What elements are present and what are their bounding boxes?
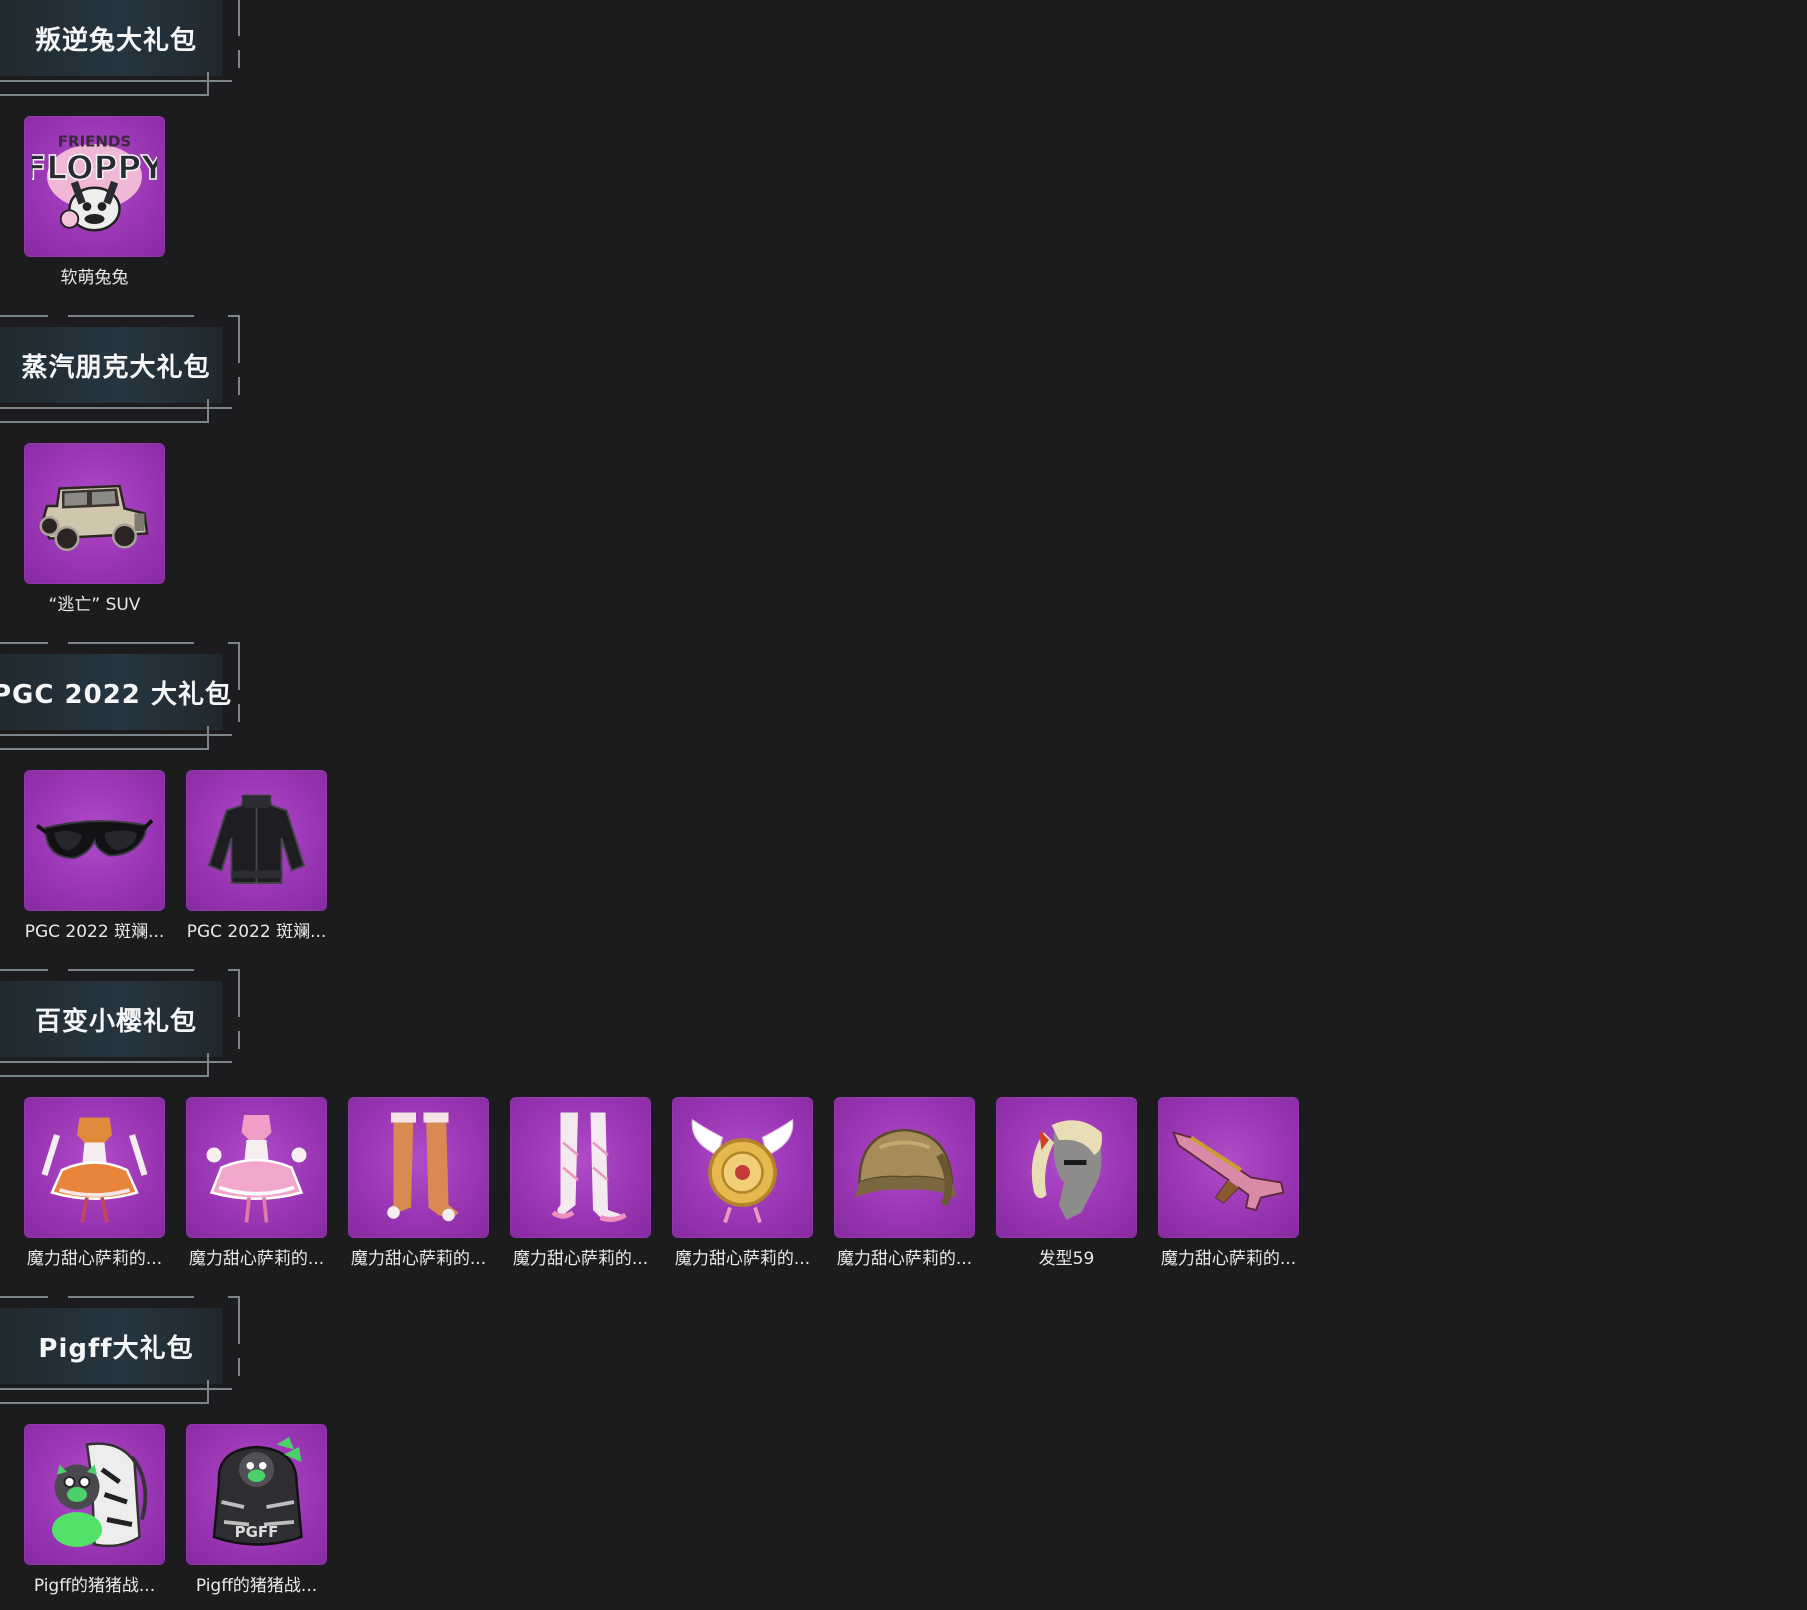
item-thumbnail[interactable] (24, 1424, 165, 1565)
frame-line (0, 734, 232, 736)
frame-line (0, 1402, 209, 1404)
frame-line (238, 50, 240, 68)
item-thumbnail[interactable] (996, 1097, 1137, 1238)
item-card[interactable]: 发型59 (996, 1097, 1137, 1269)
item-card[interactable]: 魔力甜心萨莉的... (834, 1097, 975, 1269)
item-label: 魔力甜心萨莉的... (512, 1249, 649, 1269)
item-thumbnail[interactable] (1158, 1097, 1299, 1238)
item-card[interactable]: Pigff的猪猪战... (24, 1424, 165, 1596)
black-pig-backpack-icon: PGFF (212, 1437, 303, 1546)
item-card[interactable]: 魔力甜心萨莉的... (348, 1097, 489, 1269)
frame-line (0, 1075, 209, 1077)
item-label: Pigff的猪猪战... (195, 1576, 318, 1596)
item-thumbnail[interactable]: PGFF (186, 1424, 327, 1565)
svg-text:FRIENDS: FRIENDS (58, 133, 131, 151)
orange-boots-icon (387, 1112, 459, 1222)
item-card[interactable]: PGFF Pigff的猪猪战... (186, 1424, 327, 1596)
bundle-section-rebel-bunny: 叛逆兔大礼包 FRIENDS FLOPPY (0, 0, 1807, 327)
frame-line (0, 94, 209, 96)
item-label: 魔力甜心萨莉的... (836, 1249, 973, 1269)
vintage-car-icon (39, 484, 149, 551)
frame-line (238, 1296, 240, 1344)
frame-line (0, 421, 209, 423)
frame-line (238, 1358, 240, 1376)
bundle-section-sakura: 百变小樱礼包 魔力甜心萨莉的... 魔力甜心萨莉的... 魔力甜心萨莉的... … (0, 969, 1807, 1308)
frame-line (238, 315, 240, 363)
item-label: 魔力甜心萨莉的... (188, 1249, 325, 1269)
frame-line (0, 1296, 48, 1298)
item-label: Pigff的猪猪战... (33, 1576, 156, 1596)
frame-line (68, 642, 194, 644)
item-thumbnail[interactable] (24, 770, 165, 911)
section-title: Pigff大礼包 (38, 1333, 194, 1364)
item-thumbnail[interactable] (186, 1097, 327, 1238)
section-title: 蒸汽朋克大礼包 (21, 352, 211, 383)
section-title: 叛逆兔大礼包 (34, 25, 197, 56)
item-thumbnail[interactable] (24, 1097, 165, 1238)
frame-line (68, 1296, 194, 1298)
item-thumbnail[interactable] (510, 1097, 651, 1238)
frame-line (68, 969, 194, 971)
item-thumbnail[interactable] (24, 443, 165, 584)
item-card[interactable]: 魔力甜心萨莉的... (1158, 1097, 1299, 1269)
item-label: PGC 2022 斑斓... (24, 922, 165, 942)
pink-rifle-icon (1171, 1131, 1285, 1212)
frame-line (0, 642, 48, 644)
frame-line (238, 0, 240, 36)
section-title: PGC 2022 大礼包 (0, 679, 232, 710)
item-thumbnail[interactable] (348, 1097, 489, 1238)
item-label: “逃亡” SUV (48, 595, 141, 615)
item-card[interactable]: 魔力甜心萨莉的... (510, 1097, 651, 1269)
orange-dress-outfit-icon (41, 1117, 148, 1223)
frame-line (0, 80, 232, 82)
frame-line (238, 1031, 240, 1049)
item-label: 魔力甜心萨莉的... (1160, 1249, 1297, 1269)
bundle-section-pigff: Pigff大礼包 Pigff的猪猪战... PGFF Pigff的猪猪战... (0, 1296, 1807, 1610)
item-card[interactable]: 魔力甜心萨莉的... (186, 1097, 327, 1269)
item-label: 软萌兔兔 (60, 268, 129, 288)
bundle-inventory-page: 叛逆兔大礼包 FRIENDS FLOPPY (0, 0, 1807, 1610)
frame-line (0, 315, 48, 317)
bundle-section-steampunk: 蒸汽朋克大礼包 “逃亡” SUV (0, 315, 1807, 654)
bundle-section-pgc-2022: PGC 2022 大礼包 PGC 2022 斑斓... PGC 2022 斑斓.… (0, 642, 1807, 981)
pigtail-hairstyle-icon (1031, 1120, 1102, 1220)
frame-line (0, 1061, 232, 1063)
white-pig-backpack-icon (52, 1442, 148, 1548)
item-thumbnail[interactable] (186, 770, 327, 911)
frame-line (0, 969, 48, 971)
sunglasses-icon (35, 819, 154, 859)
frame-line (238, 377, 240, 395)
helmet-icon (854, 1128, 957, 1207)
item-label: 魔力甜心萨莉的... (26, 1249, 163, 1269)
frame-line (0, 407, 232, 409)
item-card[interactable]: PGC 2022 斑斓... (24, 770, 165, 942)
section-title: 百变小樱礼包 (34, 1006, 197, 1037)
item-label: PGC 2022 斑斓... (186, 922, 327, 942)
svg-text:PGFF: PGFF (235, 1523, 279, 1541)
item-card[interactable]: FRIENDS FLOPPY 软萌兔兔 (24, 116, 165, 288)
item-card[interactable]: 魔力甜心萨莉的... (24, 1097, 165, 1269)
item-card[interactable]: PGC 2022 斑斓... (186, 770, 327, 942)
svg-text:FLOPPY: FLOPPY (32, 149, 157, 187)
black-jacket-icon (207, 794, 306, 884)
pink-stockings-icon (551, 1112, 627, 1222)
item-thumbnail[interactable] (672, 1097, 813, 1238)
item-label: 魔力甜心萨莉的... (674, 1249, 811, 1269)
winged-shield-backpack-icon (691, 1118, 794, 1224)
frame-line (0, 748, 209, 750)
item-label: 发型59 (1038, 1249, 1095, 1269)
item-label: 魔力甜心萨莉的... (350, 1249, 487, 1269)
item-card[interactable]: “逃亡” SUV (24, 443, 165, 615)
frame-line (0, 1388, 232, 1390)
floppy-friends-bunny-logo-icon: FRIENDS FLOPPY (32, 133, 157, 232)
item-card[interactable]: 魔力甜心萨莉的... (672, 1097, 813, 1269)
item-thumbnail[interactable]: FRIENDS FLOPPY (24, 116, 165, 257)
pink-dress-outfit-icon (206, 1115, 307, 1223)
item-thumbnail[interactable] (834, 1097, 975, 1238)
frame-line (68, 315, 194, 317)
frame-line (238, 969, 240, 1017)
